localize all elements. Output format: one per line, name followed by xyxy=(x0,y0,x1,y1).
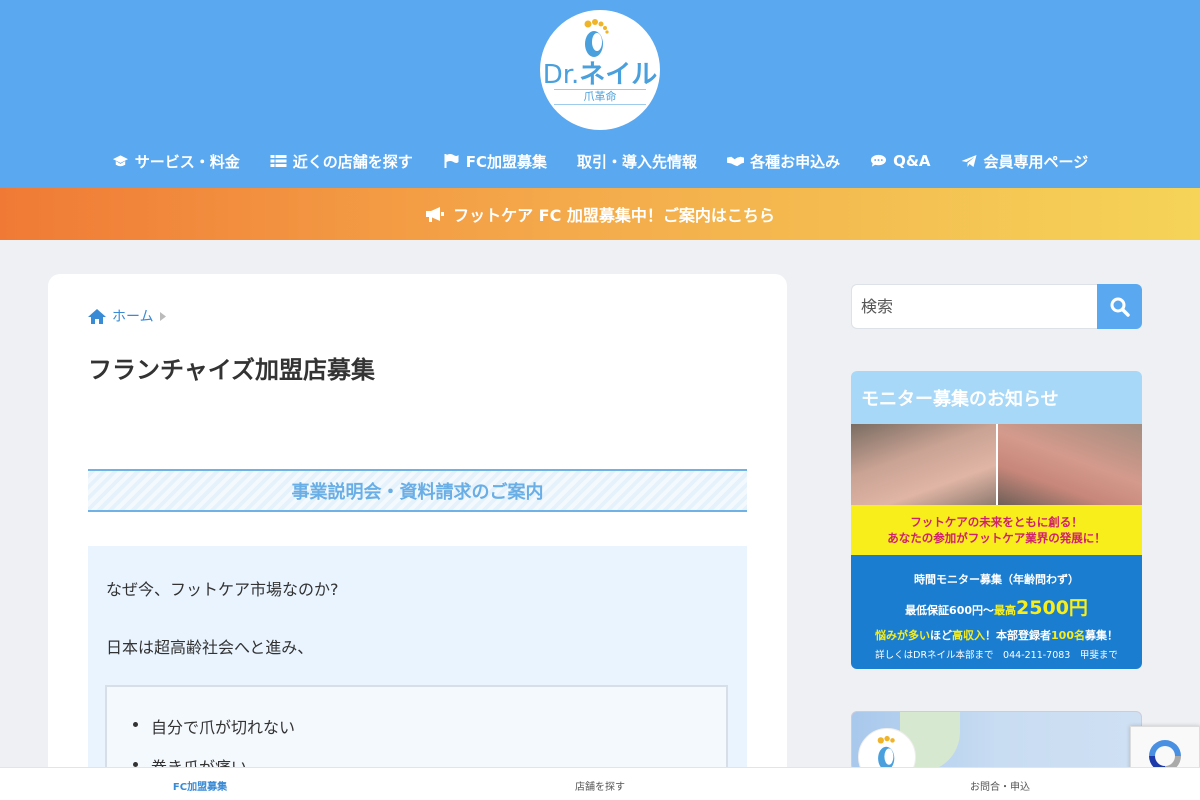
nav-item-partners[interactable]: 取引・導入先情報 xyxy=(577,146,697,176)
foot-logo-icon xyxy=(877,735,895,770)
nav-label: Q&A xyxy=(893,152,931,170)
search-button[interactable] xyxy=(1097,284,1142,329)
breadcrumb-home-link[interactable]: ホーム xyxy=(112,306,154,326)
ad-contact: 詳しくはDRネイル本部まで 044-211-7083 甲斐まで xyxy=(875,650,1118,661)
ad-catchline: あなたの参加がフットケア業界の発展に！ xyxy=(887,531,1106,545)
paragraph: なぜ今、フットケア市場なのか? xyxy=(106,580,339,599)
bullhorn-icon xyxy=(426,207,445,222)
toenail-photo xyxy=(997,424,1142,505)
content-box: なぜ今、フットケア市場なのか? 日本は超高齢社会へと進み、 自分で爪が切れない … xyxy=(88,546,747,800)
nav-item-members[interactable]: 会員専用ページ xyxy=(961,146,1089,176)
map-widget[interactable] xyxy=(851,711,1142,771)
graduation-cap-icon xyxy=(112,155,128,167)
search-input[interactable] xyxy=(851,284,1097,329)
footer-find-store-link[interactable]: 店舗を探す xyxy=(400,768,800,800)
home-icon[interactable] xyxy=(88,308,106,324)
ad-recruit: 悩みが多いほど高収入！本部登録者100名募集！ xyxy=(875,629,1118,642)
footer-fc-link[interactable]: FC加盟募集 xyxy=(0,768,400,800)
paragraph: 日本は超高齢社会へと進み、 xyxy=(106,638,314,657)
ad-pay: 最低保証600円〜最高2500円 xyxy=(905,597,1088,619)
nav-item-applications[interactable]: 各種お申込み xyxy=(727,146,840,176)
nav-label: サービス・料金 xyxy=(134,152,240,171)
monitor-widget: モニター募集のお知らせ フットケアの未来をともに創る！ あなたの参加がフットケア… xyxy=(851,371,1142,669)
breadcrumb: ホーム xyxy=(88,306,166,326)
foot-photo xyxy=(851,424,996,505)
list-icon xyxy=(270,155,287,167)
fc-recruit-banner[interactable]: フットケア FC 加盟募集中！ご案内はこちら xyxy=(0,188,1200,240)
nav-label: 取引・導入先情報 xyxy=(577,152,698,171)
list-item: 自分で爪が切れない xyxy=(132,714,295,738)
ad-catchline: フットケアの未来をともに創る！ xyxy=(910,515,1083,529)
paper-plane-icon xyxy=(961,155,977,167)
nav-item-fc[interactable]: FC加盟募集 xyxy=(443,146,547,176)
handshake-icon xyxy=(727,156,745,167)
main-content: ホーム フランチャイズ加盟店募集 事業説明会・資料請求のご案内 なぜ今、フットケ… xyxy=(48,274,787,800)
site-header: Dr.ネイル 爪革命 サービス・料金 近くの店舗を探す FC加盟募集 取引・導入… xyxy=(0,0,1200,188)
site-logo[interactable]: Dr.ネイル 爪革命 xyxy=(540,10,660,130)
nav-item-service[interactable]: サービス・料金 xyxy=(112,146,240,176)
flag-icon xyxy=(444,154,459,168)
widget-title: モニター募集のお知らせ xyxy=(851,371,1142,424)
search-icon xyxy=(1110,297,1130,317)
nav-item-qa[interactable]: Q&A xyxy=(870,146,931,176)
main-nav: サービス・料金 近くの店舗を探す FC加盟募集 取引・導入先情報 各種お申込み … xyxy=(0,146,1200,176)
nav-item-find-store[interactable]: 近くの店舗を探す xyxy=(270,146,413,176)
footer-contact-link[interactable]: お問合・申込 xyxy=(800,768,1200,800)
banner-text: フットケア FC 加盟募集中！ご案内はこちら xyxy=(453,206,775,225)
footer-menu: FC加盟募集 店舗を探す お問合・申込 xyxy=(0,767,1200,800)
nav-label: 近くの店舗を探す xyxy=(292,152,413,171)
chevron-right-icon xyxy=(159,311,166,321)
comments-icon xyxy=(871,154,887,167)
ad-headline: 時間モニター募集（年齢問わず） xyxy=(914,573,1079,586)
section-heading: 事業説明会・資料請求のご案内 xyxy=(88,469,747,512)
search-form xyxy=(851,284,1142,329)
monitor-photos xyxy=(851,424,1142,505)
logo-brand: Dr.ネイル xyxy=(542,60,658,90)
monitor-ad[interactable]: 時間モニター募集（年齢問わず） 最低保証600円〜最高2500円 悩みが多いほど… xyxy=(851,555,1142,669)
nav-label: 会員専用ページ xyxy=(983,152,1089,171)
nav-label: FC加盟募集 xyxy=(465,152,548,171)
foot-logo-icon xyxy=(584,19,609,57)
nav-label: 各種お申込み xyxy=(750,152,841,171)
logo-tagline: 爪革命 xyxy=(554,89,646,105)
page-title: フランチャイズ加盟店募集 xyxy=(88,356,376,384)
monitor-ad-catchline[interactable]: フットケアの未来をともに創る！ あなたの参加がフットケア業界の発展に！ xyxy=(851,505,1142,555)
